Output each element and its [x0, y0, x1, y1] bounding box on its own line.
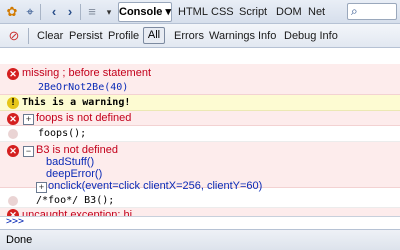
tab-console[interactable]: Console ▾ — [118, 2, 172, 22]
inspect-icon[interactable]: ⌖ — [22, 4, 38, 20]
error-message: missing ; before statement — [22, 67, 152, 79]
tab-dom[interactable]: DOM — [276, 6, 302, 18]
toolbar-separator — [80, 4, 81, 20]
tab-script[interactable]: Script — [239, 6, 267, 18]
filter-warnings-button[interactable]: Warnings — [209, 30, 255, 42]
error-icon: ✕ — [7, 113, 19, 125]
error-icon: ✕ — [7, 145, 19, 157]
firebug-bug-icon[interactable]: ✿ — [4, 4, 20, 20]
console-filter-bar: ⊘ Clear Persist Profile All Errors Warni… — [0, 24, 400, 48]
error-message: B3 is not defined — [36, 144, 118, 156]
search-input[interactable]: ⌕ — [347, 3, 397, 20]
stack-frame[interactable]: deepError() — [46, 168, 102, 180]
forward-arrow-icon[interactable]: › — [62, 4, 78, 20]
expand-toggle-icon[interactable]: + — [23, 114, 34, 125]
log-entry-error-expanded[interactable]: ✕ − B3 is not defined badStuff() deepErr… — [0, 142, 400, 193]
error-icon: ✕ — [7, 68, 19, 80]
error-message: foops is not defined — [36, 112, 132, 124]
tab-css[interactable]: CSS — [211, 6, 234, 18]
log-entry-command[interactable]: foops(); — [0, 126, 400, 142]
command-code: foops(); — [38, 128, 87, 139]
stack-frame[interactable]: onclick(event=click clientX=256, clientY… — [48, 180, 262, 192]
back-arrow-icon[interactable]: ‹ — [46, 4, 62, 20]
filter-errors-button[interactable]: Errors — [174, 30, 204, 42]
breakpoint-dot-icon[interactable] — [8, 196, 18, 206]
search-icon: ⌕ — [351, 4, 358, 18]
filter-all-button[interactable]: All — [143, 27, 165, 44]
warning-icon: ! — [7, 97, 19, 109]
profile-button[interactable]: Profile — [108, 30, 139, 42]
warning-message: This is a warning! — [22, 97, 131, 108]
toolbar-separator — [40, 4, 41, 20]
collapse-toggle-icon[interactable]: − — [23, 146, 34, 157]
clear-button[interactable]: Clear — [37, 30, 63, 42]
tab-net[interactable]: Net — [308, 6, 325, 18]
log-entry-error[interactable]: ✕ missing ; before statement 2BeOrNot2Be… — [0, 64, 400, 95]
log-entry-command[interactable]: /*foo*/ B3(); — [0, 194, 400, 208]
filter-debug-info-button[interactable]: Debug Info — [284, 30, 338, 42]
expand-toggle-icon[interactable]: + — [36, 182, 47, 193]
menu-lines-icon[interactable]: ≡ — [84, 4, 100, 20]
command-prompt: >>> — [6, 216, 25, 227]
log-entry-error[interactable]: ✕ + foops is not defined — [0, 111, 400, 126]
error-source-code[interactable]: 2BeOrNot2Be(40) — [38, 82, 128, 93]
filter-info-button[interactable]: Info — [258, 30, 276, 42]
log-entry-warning[interactable]: ! This is a warning! — [0, 95, 400, 111]
stack-frame[interactable]: badStuff() — [46, 156, 94, 168]
persist-button[interactable]: Persist — [69, 30, 103, 42]
console-log: ✕ missing ; before statement 2BeOrNot2Be… — [0, 48, 400, 222]
firebug-toolbar: ✿ ⌖ ‹ › ≡ ▾ Console ▾ HTML CSS Script DO… — [0, 0, 400, 24]
status-text: Done — [6, 234, 33, 246]
command-code: /*foo*/ B3(); — [36, 195, 115, 206]
command-line-input[interactable]: >>> — [0, 216, 400, 229]
dropdown-arrow-icon[interactable]: ▾ — [101, 4, 117, 20]
console-options-icon[interactable]: ⊘ — [6, 28, 22, 44]
breakpoint-dot-icon[interactable] — [8, 129, 18, 139]
toolbar-separator — [28, 28, 29, 44]
tab-html[interactable]: HTML — [178, 6, 208, 18]
status-bar: Done — [0, 229, 400, 250]
